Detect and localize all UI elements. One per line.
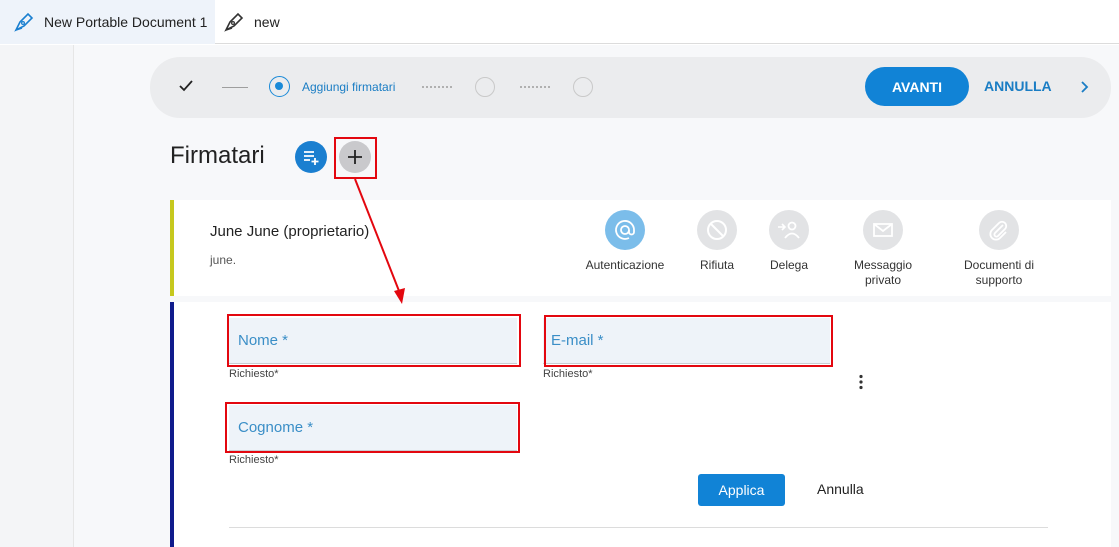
action-delega[interactable]: Delega [739,210,839,273]
apply-button[interactable]: Applica [698,474,785,506]
step-pending-indicator [573,77,593,97]
action-messaggio-privato[interactable]: Messaggio privato [833,210,933,288]
action-documenti-di-supporto[interactable]: Documenti di supporto [949,210,1049,288]
paperclip-icon [989,220,1008,241]
tab-bar: New Portable Document 1 new [0,0,1119,44]
highlight-box [225,402,520,453]
highlight-box [227,314,521,367]
action-label: Autenticazione [585,258,665,272]
action-label: Rifiuta [699,258,734,272]
owner-email: june. [210,253,237,267]
action-autenticazione[interactable]: Autenticazione [575,210,675,273]
block-icon [707,220,727,240]
step-connector [422,86,452,88]
tab-label: new [254,14,280,30]
pen-icon [224,12,244,32]
section-title: Firmatari [170,142,265,169]
tab-new[interactable]: new [222,0,302,44]
mail-icon [873,223,893,237]
required-hint: Richiesto* [229,454,279,466]
cancel-top-button[interactable]: ANNULLA [984,78,1052,94]
action-label: Delega [769,258,809,272]
action-label: Documenti di supporto [963,258,1035,287]
tab-new-portable-document-1[interactable]: New Portable Document 1 [0,0,215,44]
divider [229,527,1048,528]
add-from-list-button[interactable] [295,141,327,173]
highlight-box [334,137,377,179]
check-icon [179,80,193,92]
at-icon [615,220,635,240]
playlist-add-icon [304,151,319,165]
required-hint: Richiesto* [229,368,279,380]
cancel-button[interactable]: Annulla [817,481,864,497]
delegate-icon [778,221,800,239]
owner-name: June June (proprietario) [210,223,370,240]
more-vert-icon[interactable] [857,374,865,390]
pen-icon [14,12,34,32]
next-button[interactable]: AVANTI [865,67,969,106]
left-panel [0,45,74,547]
action-label: Messaggio privato [853,258,913,287]
step-current-indicator [269,76,290,97]
highlight-box [544,315,833,367]
required-hint: Richiesto* [543,368,593,380]
chevron-right-icon[interactable] [1078,80,1090,94]
step-current-label: Aggiungi firmatari [302,80,396,94]
step-connector [222,87,248,88]
step-connector [520,86,550,88]
tab-label: New Portable Document 1 [44,14,208,30]
step-pending-indicator [475,77,495,97]
